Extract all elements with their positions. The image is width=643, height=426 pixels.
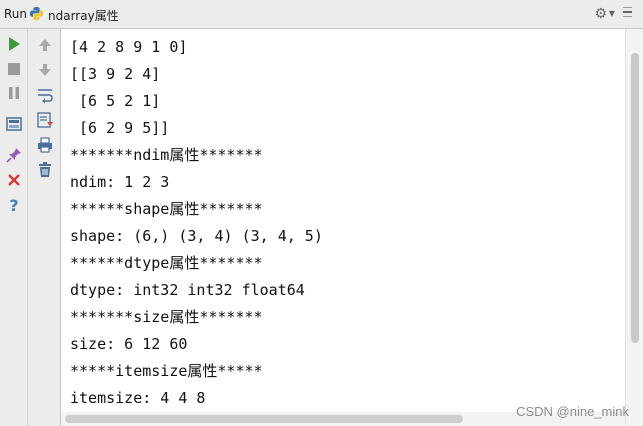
console-line: [[3 9 2 4] — [70, 65, 161, 83]
minimize-icon[interactable] — [622, 4, 633, 20]
chevron-down-icon[interactable]: ▼ — [609, 9, 615, 18]
vertical-scrollbar-thumb[interactable] — [631, 53, 639, 343]
console-line: [6 2 9 5]] — [70, 119, 170, 137]
console-line: dtype: int32 int32 float64 — [70, 281, 305, 299]
console-line: [6 5 2 1] — [70, 92, 161, 110]
vertical-scrollbar[interactable] — [625, 29, 643, 426]
run-config-name[interactable]: ndarray属性 — [48, 7, 119, 24]
console-line: *******ndim属性******* — [70, 146, 263, 164]
console-toolbar — [28, 29, 61, 426]
run-label: Run — [4, 7, 28, 21]
trash-icon[interactable] — [36, 161, 54, 179]
run-actions-toolbar: ? — [0, 29, 28, 426]
run-icon[interactable] — [5, 35, 23, 53]
console-line: size: 6 12 60 — [70, 335, 188, 353]
down-arrow-icon[interactable] — [36, 61, 54, 79]
console-line: *****itemsize属性***** — [70, 362, 263, 380]
layout-icon[interactable] — [5, 115, 23, 133]
console-text: [4 2 8 9 1 0] [[3 9 2 4] [6 5 2 1] [6 2 … — [70, 34, 323, 412]
print-icon[interactable] — [36, 136, 54, 154]
run-tool-window-header: Run ndarray属性 ⚙ ▼ — [0, 0, 643, 29]
gear-icon[interactable]: ⚙ — [594, 6, 607, 22]
stop-icon[interactable] — [5, 60, 23, 78]
up-arrow-icon[interactable] — [36, 36, 54, 54]
svg-text:?: ? — [9, 196, 18, 214]
console-line: ******dtype属性******* — [70, 254, 263, 272]
help-icon[interactable]: ? — [5, 196, 23, 214]
pin-icon[interactable] — [5, 146, 23, 164]
soft-wrap-icon[interactable] — [36, 86, 54, 104]
console-output[interactable]: [4 2 8 9 1 0] [[3 9 2 4] [6 5 2 1] [6 2 … — [61, 29, 643, 426]
watermark: CSDN @nine_mink — [516, 404, 629, 419]
horizontal-scrollbar-thumb[interactable] — [65, 415, 463, 423]
console-line: shape: (6,) (3, 4) (3, 4, 5) — [70, 227, 323, 245]
console-line: itemsize: 4 4 8 — [70, 389, 206, 407]
python-icon — [29, 6, 44, 21]
console-line: ndim: 1 2 3 — [70, 173, 170, 191]
console-line: [4 2 8 9 1 0] — [70, 38, 188, 56]
console-line: ******shape属性******* — [70, 200, 263, 218]
pause-icon[interactable] — [5, 84, 23, 102]
scroll-to-end-icon[interactable] — [36, 111, 54, 129]
console-line: *******size属性******* — [70, 308, 263, 326]
close-icon[interactable] — [5, 171, 23, 189]
